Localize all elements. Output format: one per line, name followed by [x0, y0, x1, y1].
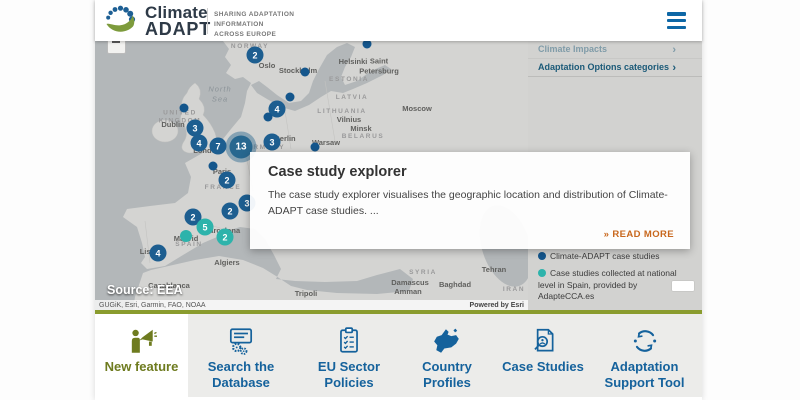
- filter-adaptation-options[interactable]: Adaptation Options categories ›: [528, 59, 702, 77]
- logo-tagline-divider: [207, 8, 208, 34]
- read-more-label: READ MORE: [612, 229, 674, 240]
- card-description: The case study explorer visualises the g…: [268, 188, 672, 220]
- map-cluster-marker[interactable]: [311, 143, 320, 152]
- site-tagline: SHARING ADAPTATION INFORMATION ACROSS EU…: [214, 10, 294, 40]
- map-place-label: BELARUS: [342, 133, 385, 141]
- filter-label: Adaptation Options categories: [538, 62, 669, 72]
- map-place-label: Algiers: [214, 258, 239, 268]
- map-place-label: NorthSea: [208, 84, 231, 104]
- map-zoom-control[interactable]: [107, 41, 126, 54]
- page-content: Climate ADAPT SHARING ADAPTATION INFORMA…: [95, 0, 702, 400]
- nav-item-adaptation-support-tool[interactable]: Adaptation Support Tool: [587, 314, 702, 397]
- legend-label: Case studies collected at national level…: [538, 268, 677, 301]
- map-cluster-marker[interactable]: 5: [197, 219, 214, 236]
- nav-label: Country Profiles: [400, 359, 494, 390]
- map-place-label: Oslo: [259, 61, 276, 71]
- legend-dot-blue: [538, 252, 546, 260]
- map-cluster-marker[interactable]: 2: [219, 172, 236, 189]
- logo-text: Climate ADAPT: [145, 5, 211, 37]
- map-section: NORWAYOsloHelsinkiSaintPetersburgStockho…: [95, 41, 702, 310]
- filter-climate-impacts[interactable]: Climate Impacts ›: [528, 41, 702, 59]
- nav-item-country-profiles[interactable]: Country Profiles: [400, 314, 494, 397]
- map-cluster-marker[interactable]: [264, 113, 273, 122]
- map-place-label: Baghdad: [439, 280, 471, 290]
- climate-adapt-homepage: Climate ADAPT SHARING ADAPTATION INFORMA…: [0, 0, 800, 400]
- case-study-explorer-card: Case study explorer The case study explo…: [250, 152, 690, 249]
- map-cluster-marker[interactable]: [209, 162, 218, 171]
- nav-item-eu-sector-policies[interactable]: EU Sector Policies: [300, 314, 398, 397]
- logo-icon: [103, 3, 139, 39]
- legend-item-climate-adapt: Climate-ADAPT case studies: [538, 251, 688, 262]
- clipboard-checklist-icon: [300, 325, 398, 357]
- panel-mini-control[interactable]: [672, 281, 694, 291]
- nav-label: New feature: [95, 359, 188, 375]
- map-place-label: SYRIA: [409, 269, 437, 277]
- map-place-label: Dublin: [161, 120, 184, 130]
- map-place-label: Tehran: [482, 265, 506, 275]
- map-place-label: IRAN: [503, 286, 525, 294]
- map-cluster-marker[interactable]: 7: [210, 138, 227, 155]
- nav-label: Search the Database: [195, 359, 287, 390]
- map-cluster-marker[interactable]: [180, 104, 189, 113]
- double-arrow-icon: »: [604, 229, 610, 240]
- megaphone-person-icon: [95, 325, 188, 357]
- map-place-label: Stockholm: [279, 66, 317, 76]
- site-header: Climate ADAPT SHARING ADAPTATION INFORMA…: [95, 0, 702, 41]
- hamburger-bar: [667, 26, 686, 30]
- europe-map-icon: [400, 325, 494, 357]
- map-cluster-marker[interactable]: 2: [217, 229, 234, 246]
- chevron-right-icon: ›: [672, 44, 676, 56]
- hamburger-bar: [667, 19, 686, 23]
- chevron-right-icon: ›: [672, 62, 676, 74]
- legend-label: Climate-ADAPT case studies: [550, 251, 659, 261]
- tagline-line2: INFORMATION: [214, 20, 294, 30]
- map-cluster-marker[interactable]: [301, 68, 310, 77]
- hamburger-bar: [667, 12, 686, 16]
- map-cluster-marker[interactable]: 4: [150, 245, 167, 262]
- tagline-line3: ACROSS EUROPE: [214, 30, 294, 40]
- map-place-label: Tripoli: [295, 289, 318, 299]
- map-cluster-marker[interactable]: 4: [191, 135, 208, 152]
- logo-line2: ADAPT: [145, 21, 211, 38]
- map-place-label: Amman: [394, 287, 422, 297]
- nav-label: EU Sector Policies: [300, 359, 398, 390]
- nav-item-search-database[interactable]: Search the Database: [195, 314, 287, 397]
- map-cluster-marker[interactable]: 2: [222, 203, 239, 220]
- read-more-link[interactable]: »READ MORE: [604, 229, 674, 240]
- tagline-line1: SHARING ADAPTATION: [214, 10, 294, 20]
- map-cluster-marker[interactable]: 2: [247, 47, 264, 64]
- nav-item-case-studies[interactable]: Case Studies: [498, 314, 588, 397]
- map-cluster-marker[interactable]: 3: [264, 134, 281, 151]
- nav-item-new-feature[interactable]: New feature: [95, 314, 188, 397]
- nav-label: Case Studies: [498, 359, 588, 375]
- map-source-label: Source: EEA: [107, 283, 183, 297]
- card-title: Case study explorer: [268, 164, 672, 180]
- legend-dot-teal: [538, 269, 546, 277]
- map-place-label: LATVIA: [336, 94, 369, 102]
- map-attribution: GUGiK, Esri, Garmin, FAO, NOAA Powered b…: [95, 300, 528, 310]
- hamburger-menu-icon[interactable]: [667, 12, 686, 29]
- document-search-icon: [498, 325, 588, 357]
- map-cluster-marker[interactable]: [286, 93, 295, 102]
- powered-by-esri: Powered by Esri: [470, 302, 524, 309]
- bottom-navigation: New feature Search the Database: [95, 314, 702, 397]
- attribution-text: GUGiK, Esri, Garmin, FAO, NOAA: [99, 302, 206, 309]
- filter-label: Climate Impacts: [538, 44, 607, 54]
- map-place-label: ESTONIA: [329, 76, 369, 84]
- map-place-label: Moscow: [402, 104, 432, 114]
- map-place-label: SPAIN: [175, 241, 202, 249]
- database-search-icon: [195, 325, 287, 357]
- circular-arrows-icon: [587, 325, 702, 357]
- climate-adapt-logo[interactable]: Climate ADAPT: [103, 3, 211, 39]
- map-legend: Climate-ADAPT case studies Case studies …: [538, 251, 688, 309]
- legend-item-spain: Case studies collected at national level…: [538, 268, 688, 302]
- map-cluster-marker[interactable]: [180, 230, 192, 242]
- map-place-label: SaintPetersburg: [359, 56, 399, 76]
- nav-label: Adaptation Support Tool: [587, 359, 702, 390]
